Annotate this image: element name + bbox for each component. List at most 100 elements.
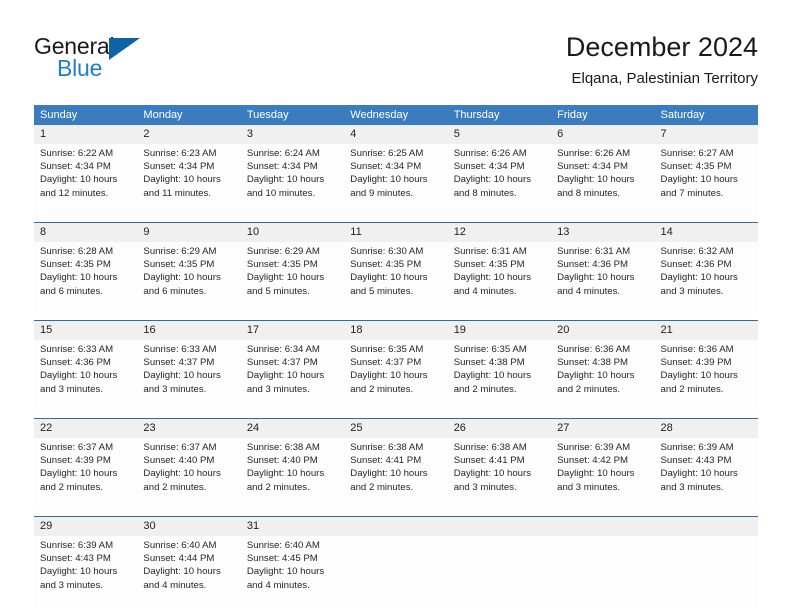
day-number: 9 bbox=[137, 223, 241, 242]
day-cell[interactable]: 27 Sunrise: 6:39 AM Sunset: 4:42 PM Dayl… bbox=[551, 419, 655, 509]
day-number bbox=[551, 517, 655, 536]
day-cell[interactable]: 5 Sunrise: 6:26 AM Sunset: 4:34 PM Dayli… bbox=[447, 125, 552, 215]
daylight-text-line1: Daylight: 10 hours bbox=[453, 370, 532, 382]
sunset-text: Sunset: 4:39 PM bbox=[40, 455, 111, 467]
day-cell[interactable]: 31 Sunrise: 6:40 AM Sunset: 4:45 PM Dayl… bbox=[240, 517, 345, 607]
daylight-text-line2: and 4 minutes. bbox=[557, 285, 621, 297]
daylight-text-line2: and 8 minutes. bbox=[557, 187, 621, 199]
day-details: Sunrise: 6:33 AM Sunset: 4:36 PM Dayligh… bbox=[34, 340, 137, 396]
day-cell[interactable]: 20 Sunrise: 6:36 AM Sunset: 4:38 PM Dayl… bbox=[551, 321, 655, 411]
day-number: 26 bbox=[447, 419, 552, 438]
day-cell[interactable]: 30 Sunrise: 6:40 AM Sunset: 4:44 PM Dayl… bbox=[137, 517, 241, 607]
daylight-text-line2: and 12 minutes. bbox=[40, 187, 109, 199]
sunrise-text: Sunrise: 6:32 AM bbox=[660, 246, 734, 257]
day-cell[interactable]: 17 Sunrise: 6:34 AM Sunset: 4:37 PM Dayl… bbox=[240, 321, 345, 411]
daylight-text-line2: and 2 minutes. bbox=[40, 481, 103, 493]
sunset-text: Sunset: 4:42 PM bbox=[557, 455, 629, 467]
daylight-text-line2: and 3 minutes. bbox=[557, 481, 621, 493]
day-cell[interactable]: 7 Sunrise: 6:27 AM Sunset: 4:35 PM Dayli… bbox=[654, 125, 758, 215]
week-row: 22 Sunrise: 6:37 AM Sunset: 4:39 PM Dayl… bbox=[34, 418, 758, 509]
day-cell[interactable]: 6 Sunrise: 6:26 AM Sunset: 4:34 PM Dayli… bbox=[551, 125, 655, 215]
sunrise-text: Sunrise: 6:39 AM bbox=[660, 442, 734, 453]
day-details: Sunrise: 6:26 AM Sunset: 4:34 PM Dayligh… bbox=[551, 144, 654, 200]
daylight-text-line2: and 3 minutes. bbox=[143, 383, 207, 395]
day-number: 15 bbox=[34, 321, 138, 340]
day-cell[interactable]: 26 Sunrise: 6:38 AM Sunset: 4:41 PM Dayl… bbox=[447, 419, 552, 509]
day-cell[interactable]: 22 Sunrise: 6:37 AM Sunset: 4:39 PM Dayl… bbox=[34, 419, 138, 509]
daylight-text-line2: and 2 minutes. bbox=[660, 383, 724, 395]
sunrise-text: Sunrise: 6:40 AM bbox=[246, 540, 320, 551]
weekday-header-wednesday: Wednesday bbox=[350, 109, 409, 121]
sunrise-text: Sunrise: 6:26 AM bbox=[453, 148, 527, 159]
day-number: 11 bbox=[344, 223, 448, 242]
day-cell[interactable]: 14 Sunrise: 6:32 AM Sunset: 4:36 PM Dayl… bbox=[654, 223, 758, 313]
daylight-text-line1: Daylight: 10 hours bbox=[557, 272, 635, 284]
day-cell[interactable]: 18 Sunrise: 6:35 AM Sunset: 4:37 PM Dayl… bbox=[344, 321, 448, 411]
day-number: 2 bbox=[137, 125, 241, 144]
sunrise-text: Sunrise: 6:26 AM bbox=[557, 148, 631, 159]
sunrise-text: Sunrise: 6:40 AM bbox=[143, 540, 217, 551]
day-details: Sunrise: 6:31 AM Sunset: 4:35 PM Dayligh… bbox=[448, 242, 551, 298]
day-details: Sunrise: 6:38 AM Sunset: 4:40 PM Dayligh… bbox=[241, 438, 344, 494]
day-details: Sunrise: 6:26 AM Sunset: 4:34 PM Dayligh… bbox=[448, 144, 551, 200]
day-details: Sunrise: 6:29 AM Sunset: 4:35 PM Dayligh… bbox=[137, 242, 240, 298]
sunrise-text: Sunrise: 6:22 AM bbox=[40, 148, 114, 159]
day-details: Sunrise: 6:36 AM Sunset: 4:39 PM Dayligh… bbox=[655, 340, 758, 396]
day-details: Sunrise: 6:30 AM Sunset: 4:35 PM Dayligh… bbox=[344, 242, 447, 298]
sunset-text: Sunset: 4:35 PM bbox=[143, 259, 215, 271]
day-cell[interactable]: 11 Sunrise: 6:30 AM Sunset: 4:35 PM Dayl… bbox=[344, 223, 448, 313]
day-cell[interactable]: 4 Sunrise: 6:25 AM Sunset: 4:34 PM Dayli… bbox=[344, 125, 448, 215]
day-details: Sunrise: 6:37 AM Sunset: 4:39 PM Dayligh… bbox=[34, 438, 137, 494]
sunrise-text: Sunrise: 6:36 AM bbox=[557, 344, 631, 355]
daylight-text-line2: and 2 minutes. bbox=[143, 481, 207, 493]
day-cell[interactable]: 1 Sunrise: 6:22 AM Sunset: 4:34 PM Dayli… bbox=[34, 125, 138, 215]
day-cell[interactable]: 13 Sunrise: 6:31 AM Sunset: 4:36 PM Dayl… bbox=[551, 223, 655, 313]
day-cell[interactable]: 2 Sunrise: 6:23 AM Sunset: 4:34 PM Dayli… bbox=[137, 125, 241, 215]
day-cell[interactable]: 19 Sunrise: 6:35 AM Sunset: 4:38 PM Dayl… bbox=[447, 321, 552, 411]
day-cell[interactable]: 28 Sunrise: 6:39 AM Sunset: 4:43 PM Dayl… bbox=[654, 419, 758, 509]
sunrise-text: Sunrise: 6:37 AM bbox=[143, 442, 217, 453]
daylight-text-line1: Daylight: 10 hours bbox=[143, 272, 221, 284]
daylight-text-line2: and 2 minutes. bbox=[557, 383, 621, 395]
logo-triangle-icon bbox=[109, 38, 140, 60]
sunrise-text: Sunrise: 6:35 AM bbox=[350, 344, 424, 355]
day-cell[interactable]: 9 Sunrise: 6:29 AM Sunset: 4:35 PM Dayli… bbox=[137, 223, 241, 313]
daylight-text-line2: and 3 minutes. bbox=[660, 285, 724, 297]
day-number: 17 bbox=[240, 321, 345, 340]
daylight-text-line1: Daylight: 10 hours bbox=[557, 468, 635, 480]
day-cell[interactable]: 16 Sunrise: 6:33 AM Sunset: 4:37 PM Dayl… bbox=[137, 321, 241, 411]
week-spacer bbox=[34, 509, 758, 516]
week-row: 8 Sunrise: 6:28 AM Sunset: 4:35 PM Dayli… bbox=[34, 222, 758, 313]
daylight-text-line1: Daylight: 10 hours bbox=[246, 370, 325, 382]
day-cell[interactable]: 10 Sunrise: 6:29 AM Sunset: 4:35 PM Dayl… bbox=[240, 223, 345, 313]
day-details: Sunrise: 6:23 AM Sunset: 4:34 PM Dayligh… bbox=[137, 144, 240, 200]
sunset-text: Sunset: 4:37 PM bbox=[143, 357, 215, 369]
day-details: Sunrise: 6:33 AM Sunset: 4:37 PM Dayligh… bbox=[137, 340, 240, 396]
daylight-text-line1: Daylight: 10 hours bbox=[143, 566, 221, 578]
day-cell[interactable]: 24 Sunrise: 6:38 AM Sunset: 4:40 PM Dayl… bbox=[240, 419, 345, 509]
day-cell[interactable]: 12 Sunrise: 6:31 AM Sunset: 4:35 PM Dayl… bbox=[447, 223, 552, 313]
weekday-header-monday: Monday bbox=[143, 109, 183, 121]
daylight-text-line1: Daylight: 10 hours bbox=[350, 272, 428, 284]
sunrise-text: Sunrise: 6:37 AM bbox=[40, 442, 114, 453]
day-number: 31 bbox=[240, 517, 345, 536]
day-details: Sunrise: 6:35 AM Sunset: 4:37 PM Dayligh… bbox=[344, 340, 447, 396]
day-cell[interactable]: 23 Sunrise: 6:37 AM Sunset: 4:40 PM Dayl… bbox=[137, 419, 241, 509]
day-number: 14 bbox=[654, 223, 758, 242]
daylight-text-line1: Daylight: 10 hours bbox=[40, 468, 118, 480]
weekday-header-saturday: Saturday bbox=[660, 109, 705, 121]
day-cell[interactable]: 15 Sunrise: 6:33 AM Sunset: 4:36 PM Dayl… bbox=[34, 321, 138, 411]
daylight-text-line2: and 3 minutes. bbox=[246, 383, 310, 395]
sunrise-text: Sunrise: 6:38 AM bbox=[453, 442, 527, 453]
day-cell[interactable]: 3 Sunrise: 6:24 AM Sunset: 4:34 PM Dayli… bbox=[240, 125, 345, 215]
daylight-text-line1: Daylight: 10 hours bbox=[40, 174, 118, 186]
sunrise-text: Sunrise: 6:38 AM bbox=[246, 442, 320, 453]
day-cell[interactable]: 25 Sunrise: 6:38 AM Sunset: 4:41 PM Dayl… bbox=[344, 419, 448, 509]
day-cell[interactable]: 8 Sunrise: 6:28 AM Sunset: 4:35 PM Dayli… bbox=[34, 223, 138, 313]
sunset-text: Sunset: 4:40 PM bbox=[246, 455, 318, 467]
day-cell[interactable]: 29 Sunrise: 6:39 AM Sunset: 4:43 PM Dayl… bbox=[34, 517, 138, 607]
day-cell[interactable]: 21 Sunrise: 6:36 AM Sunset: 4:39 PM Dayl… bbox=[654, 321, 758, 411]
title-block: December 2024 Elqana, Palestinian Territ… bbox=[566, 30, 758, 90]
sunrise-text: Sunrise: 6:31 AM bbox=[453, 246, 527, 257]
sunset-text: Sunset: 4:43 PM bbox=[660, 455, 732, 467]
